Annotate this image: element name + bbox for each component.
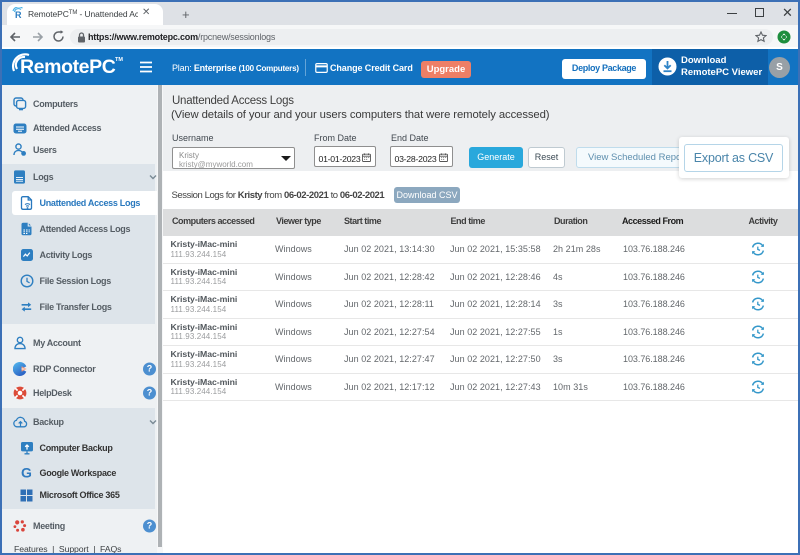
svg-text:R: R xyxy=(15,10,22,19)
svg-text:G: G xyxy=(21,465,32,480)
